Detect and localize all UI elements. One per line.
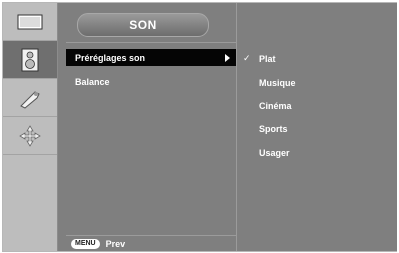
menu-item-label: Préréglages son: [75, 52, 146, 63]
menu-title: SON: [77, 13, 209, 37]
sidebar-item-sound[interactable]: [3, 41, 57, 79]
submenu-item-label: Usager: [259, 148, 290, 158]
submenu-item-music[interactable]: Musique: [237, 77, 397, 91]
picture-icon: [17, 14, 43, 29]
submenu-item-label: Musique: [259, 78, 296, 88]
submenu-item-user[interactable]: Usager: [237, 147, 397, 161]
submenu-item-sports[interactable]: Sports: [237, 123, 397, 137]
submenu-item-label: Sports: [259, 124, 288, 134]
sidebar-item-position[interactable]: [3, 117, 57, 155]
submenu-arrow-icon: [225, 54, 230, 62]
osd-menu-window: SON Préréglages son Balance MENU Prev ✓ …: [3, 3, 397, 251]
settings-tool-icon: [20, 90, 40, 109]
menu-item-label: Balance: [75, 76, 110, 87]
sidebar-item-picture[interactable]: [3, 3, 57, 41]
sidebar-item-settings[interactable]: [3, 79, 57, 117]
category-sidebar: [3, 3, 58, 251]
menu-item-balance[interactable]: Balance: [66, 73, 236, 90]
submenu-item-label: Plat: [259, 54, 276, 64]
prev-label: Prev: [105, 238, 126, 249]
submenu-item-cinema[interactable]: Cinéma: [237, 100, 397, 114]
check-icon: ✓: [243, 53, 251, 63]
menu-key-icon[interactable]: MENU: [71, 238, 100, 249]
title-divider: [66, 42, 236, 43]
submenu-item-label: Cinéma: [259, 101, 292, 111]
arrows-icon: [19, 124, 41, 147]
submenu-panel: ✓ Plat Musique Cinéma Sports Usager: [236, 3, 397, 251]
submenu-item-flat[interactable]: ✓ Plat: [237, 53, 397, 67]
main-menu-panel: SON Préréglages son Balance MENU Prev: [66, 3, 236, 251]
menu-footer: MENU Prev: [66, 235, 236, 251]
menu-item-sound-presets[interactable]: Préréglages son: [66, 49, 236, 66]
speaker-icon: [21, 48, 39, 71]
